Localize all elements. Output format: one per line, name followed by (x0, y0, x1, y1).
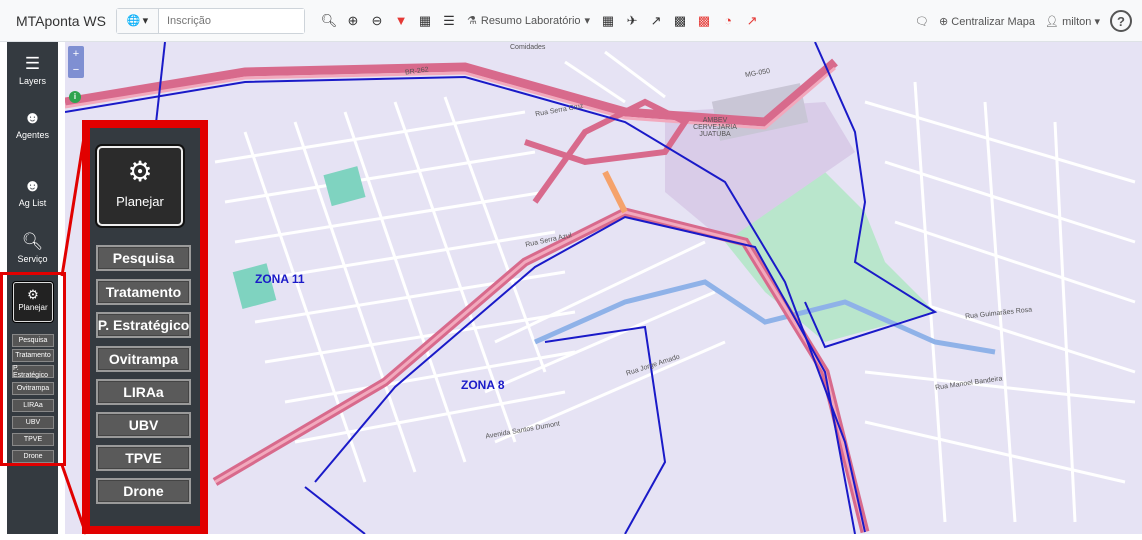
top-navbar: MTAponta WS 🌐 ▾ 🔍︎ ⊕ ⊖ ▼ ▦ ☰ ⚗ Resumo La… (0, 0, 1142, 42)
app-title: MTAponta WS (16, 12, 106, 29)
bar-chart-red-icon[interactable]: ▩ (692, 9, 716, 33)
caret-down-icon: ▾ (142, 15, 149, 27)
search-icon: 🔍︎ (21, 232, 44, 251)
map-view[interactable]: ZONA 11 ZONA 8 Comidades AMBEV CERVEJARIA… (65, 42, 1142, 534)
planejar-subitem-ubv[interactable]: UBV (96, 412, 191, 438)
caret-down-icon: ▾ (584, 15, 591, 27)
flask-icon: ⚗ (467, 15, 477, 27)
planejar-subitem-pesquisa[interactable]: Pesquisa (96, 245, 191, 271)
map-place-label: Comidades (510, 44, 546, 51)
line-chart-icon[interactable]: ↗ (644, 9, 668, 33)
bar-chart-icon[interactable]: ▩ (668, 9, 692, 33)
map-canvas (65, 42, 1136, 534)
chat-icon[interactable]: 🗨︎ (915, 15, 929, 28)
sidebar-item-agentes[interactable]: ☻ Agentes (7, 108, 58, 140)
search-icon[interactable]: 🔍︎ (317, 9, 341, 33)
sidebar-item-servico[interactable]: 🔍︎ Serviço (7, 232, 58, 264)
line-chart-red-icon[interactable]: ↗ (740, 9, 764, 33)
user-name: milton (1062, 15, 1092, 28)
agent-list-icon: ☻ (23, 176, 42, 195)
planejar-label-large: Planejar (116, 194, 164, 209)
truck-icon[interactable]: ✈ (620, 9, 644, 33)
centralizar-mapa-label: Centralizar Mapa (951, 15, 1036, 28)
planejar-button-large[interactable]: ⚙ Planejar (97, 146, 183, 226)
map-place-label: AMBEV CERVEJARIA JUATUBA (693, 117, 737, 138)
help-icon[interactable]: ? (1110, 10, 1132, 32)
agent-icon: ☻ (23, 108, 42, 127)
navbar-right: 🗨︎ ⊕ Centralizar Mapa 👤︎ milton ▾ ? (915, 0, 1132, 42)
sidebar-item-label: Ag List (18, 198, 47, 208)
zoom-out-icon[interactable]: ⊖ (365, 9, 389, 33)
zoom-in-icon[interactable]: ⊕ (341, 9, 365, 33)
sidebar-item-layers[interactable]: ☰ Layers (7, 54, 58, 86)
zone-label-8: ZONA 8 (461, 378, 505, 392)
user-menu[interactable]: 👤︎ milton ▾ (1045, 15, 1100, 28)
sidebar-item-label: Serviço (17, 254, 48, 264)
planejar-subitem-ovitrampa[interactable]: Ovitrampa (96, 346, 191, 372)
sidebar-item-ag-list[interactable]: ☻ Ag List (7, 176, 58, 208)
map-icon[interactable]: ▦ (413, 9, 437, 33)
filter-icon[interactable]: ▼ (389, 9, 413, 33)
zoom-in-button[interactable]: + (68, 46, 84, 62)
planejar-subitem-tratamento[interactable]: Tratamento (96, 279, 191, 305)
sidebar-item-label: Agentes (15, 130, 50, 140)
green-square-1 (323, 166, 366, 207)
gears-icon: ⚙ (127, 156, 153, 187)
app-window: MTAponta WS 🌐 ▾ 🔍︎ ⊕ ⊖ ▼ ▦ ☰ ⚗ Resumo La… (0, 0, 1142, 540)
dolly-icon[interactable]: ▦ (596, 9, 620, 33)
globe-icon: 🌐 (126, 15, 141, 27)
resumo-laboratorio-label: Resumo Laboratório (480, 14, 581, 27)
search-bar: 🌐 ▾ (116, 7, 305, 34)
pie-chart-icon[interactable]: ◔ (716, 9, 740, 33)
planejar-subitem-liraa[interactable]: LIRAa (96, 379, 191, 405)
info-icon[interactable]: i (69, 91, 81, 103)
resumo-laboratorio-dropdown[interactable]: ⚗ Resumo Laboratório ▾ (461, 9, 596, 33)
green-square-2 (232, 263, 277, 310)
planejar-subitem-drone[interactable]: Drone (96, 478, 191, 504)
search-input[interactable] (159, 8, 304, 33)
list-check-icon[interactable]: ☰ (437, 9, 461, 33)
sidebar-item-label: Layers (18, 76, 46, 86)
layers-icon: ☰ (24, 54, 41, 73)
map-zoom-control[interactable]: + − (68, 46, 84, 78)
map-toolbar: 🔍︎ ⊕ ⊖ ▼ ▦ ☰ ⚗ Resumo Laboratório ▾ ▦ ✈ … (317, 9, 764, 33)
zoom-out-button[interactable]: − (68, 62, 84, 78)
centralizar-mapa-button[interactable]: ⊕ Centralizar Mapa (939, 15, 1035, 28)
zone-boundary-sw (304, 486, 366, 534)
highlight-box-sidebar (0, 272, 66, 466)
planejar-subitem-tpve[interactable]: TPVE (96, 445, 191, 471)
planejar-subitem-p-estrategico[interactable]: P. Estratégico (96, 312, 191, 338)
search-mode-dropdown[interactable]: 🌐 ▾ (117, 8, 159, 33)
zone-label-11: ZONA 11 (255, 272, 305, 286)
orange-road (602, 170, 628, 214)
